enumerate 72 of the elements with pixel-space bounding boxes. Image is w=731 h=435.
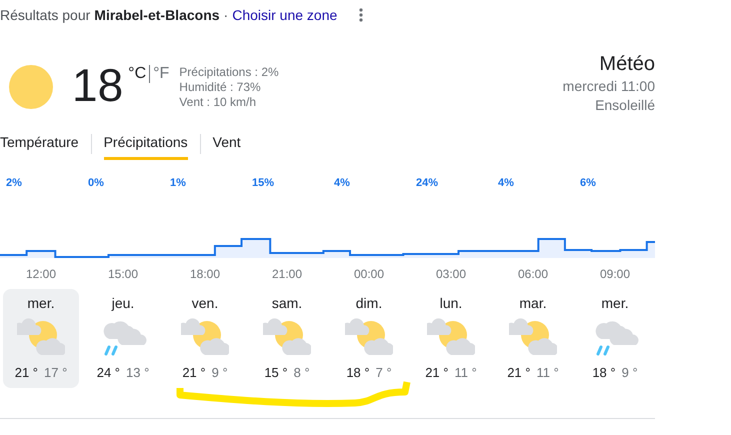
tab[interactable]: Précipitations bbox=[104, 128, 188, 160]
precipitation-value: 2% bbox=[6, 177, 22, 189]
weather-detail: Précipitations : 2% bbox=[179, 65, 279, 80]
day-name: lun. bbox=[440, 295, 462, 311]
day-forecast[interactable]: ven. 21 ° 9 ° bbox=[167, 289, 243, 388]
high-temperature: 21 ° bbox=[182, 365, 206, 380]
day-name: mar. bbox=[519, 295, 547, 311]
weather-detail: Humidité : 73% bbox=[179, 80, 262, 95]
separator-dot: · bbox=[224, 7, 228, 23]
hour-label: 15:00 bbox=[108, 267, 138, 281]
high-temperature: 24 ° bbox=[96, 365, 120, 380]
hour-label: 00:00 bbox=[354, 267, 384, 281]
precipitation-value: 4% bbox=[334, 177, 350, 189]
sun-cloud-icon bbox=[509, 317, 557, 357]
weather-detail: Vent : 10 km/h bbox=[179, 95, 258, 110]
precipitation-value: 1% bbox=[170, 177, 186, 189]
low-temperature: 8 ° bbox=[294, 365, 310, 380]
day-name: sam. bbox=[272, 295, 302, 311]
sun-cloud-icon bbox=[17, 317, 65, 357]
low-temperature: 9 ° bbox=[212, 365, 228, 380]
day-forecast[interactable]: lun. 21 ° 11 ° bbox=[413, 289, 489, 388]
unit-toggle[interactable]: °C bbox=[128, 65, 146, 83]
low-temperature: 17 ° bbox=[44, 365, 68, 380]
hour-label: 18:00 bbox=[190, 267, 220, 281]
high-temperature: 21 ° bbox=[507, 365, 530, 380]
condition-text: Ensoleillé bbox=[595, 96, 655, 115]
day-name: mer. bbox=[601, 295, 629, 311]
day-name: mer. bbox=[27, 295, 55, 311]
hour-label: 06:00 bbox=[518, 267, 548, 281]
hour-label: 03:00 bbox=[436, 267, 466, 281]
high-temperature: 18 ° bbox=[592, 365, 616, 380]
precipitation-value: 6% bbox=[580, 177, 596, 189]
day-forecast[interactable]: mar. 21 ° 11 ° bbox=[495, 289, 571, 388]
day-name: jeu. bbox=[112, 295, 134, 311]
day-forecast[interactable]: jeu. 24 ° 13 ° bbox=[85, 289, 161, 388]
current-temperature: 18 bbox=[72, 59, 124, 113]
low-temperature: 11 ° bbox=[536, 365, 559, 380]
day-forecast[interactable]: mer. 18 ° 9 ° bbox=[577, 289, 653, 388]
hour-label: 21:00 bbox=[272, 267, 302, 281]
more-options-icon[interactable] bbox=[359, 8, 364, 22]
sun-cloud-icon bbox=[181, 317, 229, 357]
hour-label: 09:00 bbox=[600, 267, 630, 281]
location-name: Mirabel-et-Blacons bbox=[94, 7, 220, 23]
high-temperature: 18 ° bbox=[346, 365, 370, 380]
results-text: Résultats pour bbox=[0, 7, 90, 23]
sun-cloud-icon bbox=[427, 317, 475, 357]
sun-icon bbox=[8, 64, 54, 110]
day-forecast[interactable]: mer. 21 ° 17 ° bbox=[3, 289, 79, 388]
precipitation-value: 24% bbox=[416, 177, 438, 189]
low-temperature: 7 ° bbox=[376, 365, 392, 380]
precipitation-value: 0% bbox=[88, 177, 104, 189]
tab[interactable]: Température bbox=[0, 128, 79, 160]
tab[interactable]: Vent bbox=[212, 128, 241, 160]
low-temperature: 11 ° bbox=[454, 365, 477, 380]
day-forecast[interactable]: dim. 18 ° 7 ° bbox=[331, 289, 407, 388]
weather-title: Météo bbox=[599, 52, 655, 77]
sun-cloud-icon bbox=[263, 317, 311, 357]
low-temperature: 13 ° bbox=[126, 365, 150, 380]
hour-label: 12:00 bbox=[26, 267, 56, 281]
day-name: ven. bbox=[192, 295, 218, 311]
sun-cloud-icon bbox=[345, 317, 393, 357]
high-temperature: 21 ° bbox=[425, 365, 448, 380]
low-temperature: 9 ° bbox=[622, 365, 638, 380]
day-name: dim. bbox=[356, 295, 382, 311]
change-location-link[interactable]: Choisir une zone bbox=[232, 7, 338, 23]
date-time: mercredi 11:00 bbox=[562, 77, 655, 96]
high-temperature: 21 ° bbox=[14, 365, 38, 380]
high-temperature: 15 ° bbox=[264, 365, 288, 380]
day-forecast[interactable]: sam. 15 ° 8 ° bbox=[249, 289, 325, 388]
precipitation-value: 15% bbox=[252, 177, 274, 189]
precipitation-value: 4% bbox=[498, 177, 514, 189]
unit-toggle[interactable]: °F bbox=[153, 65, 170, 83]
